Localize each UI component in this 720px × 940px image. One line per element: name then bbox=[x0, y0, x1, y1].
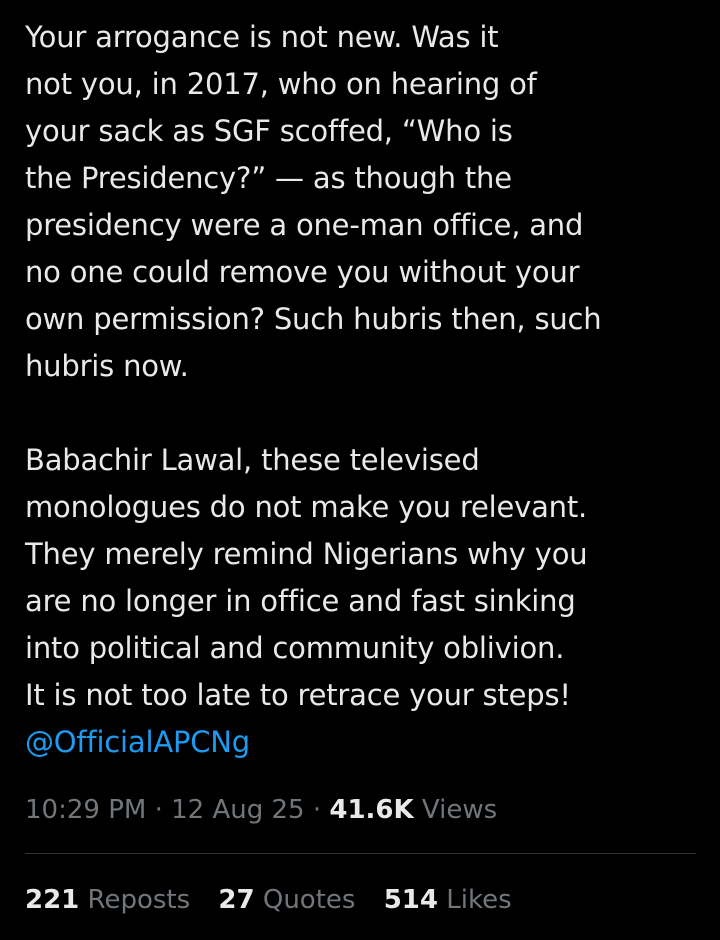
tweet-metadata: 10:29 PM · 12 Aug 25 · 41.6K Views bbox=[25, 788, 497, 832]
tweet-text-line: not you, in 2017, who on hearing of bbox=[25, 67, 537, 101]
tweet-text-line: into political and community oblivion. bbox=[25, 631, 565, 665]
tweet-text-line: no one could remove you without your bbox=[25, 255, 580, 289]
tweet-text-line: are no longer in office and fast sinking bbox=[25, 584, 576, 618]
divider bbox=[25, 853, 696, 854]
meta-separator: · bbox=[146, 795, 172, 825]
tweet-text-line: monologues do not make you relevant. bbox=[25, 490, 588, 524]
quotes-count: 27 bbox=[218, 885, 255, 915]
meta-separator: · bbox=[304, 795, 330, 825]
tweet-text-line: Babachir Lawal, these televised bbox=[25, 443, 480, 477]
engagement-stats: 221 Reposts 27 Quotes 514 Likes bbox=[25, 878, 532, 922]
views-label: Views bbox=[413, 795, 498, 825]
likes-count: 514 bbox=[383, 885, 438, 915]
tweet-text-line: own permission? Such hubris then, such bbox=[25, 302, 602, 336]
tweet-detail: Your arrogance is not new. Was it not yo… bbox=[0, 0, 720, 940]
reposts-count: 221 bbox=[25, 885, 80, 915]
tweet-text-line: your sack as SGF scoffed, “Who is bbox=[25, 114, 513, 148]
tweet-text-line: It is not too late to retrace your steps… bbox=[25, 678, 571, 712]
reposts-link[interactable]: 221 Reposts bbox=[25, 878, 190, 922]
likes-link[interactable]: 514 Likes bbox=[384, 878, 512, 922]
tweet-text-line: hubris now. bbox=[25, 349, 189, 383]
mention-link[interactable]: @OfficialAPCNg bbox=[25, 719, 705, 766]
timestamp-link[interactable]: 10:29 PM bbox=[25, 795, 146, 825]
tweet-text-line: the Presidency?” — as though the bbox=[25, 161, 512, 195]
tweet-text-line: presidency were a one-man office, and bbox=[25, 208, 584, 242]
tweet-text-line: They merely remind Nigerians why you bbox=[25, 537, 588, 571]
quotes-label: Quotes bbox=[254, 885, 356, 915]
tweet-text-line: Your arrogance is not new. Was it bbox=[25, 20, 499, 54]
likes-label: Likes bbox=[438, 885, 512, 915]
date-link[interactable]: 12 Aug 25 bbox=[171, 795, 304, 825]
reposts-label: Reposts bbox=[79, 885, 191, 915]
tweet-text: Your arrogance is not new. Was it not yo… bbox=[25, 14, 705, 766]
views-count: 41.6K bbox=[329, 795, 414, 825]
quotes-link[interactable]: 27 Quotes bbox=[218, 878, 355, 922]
